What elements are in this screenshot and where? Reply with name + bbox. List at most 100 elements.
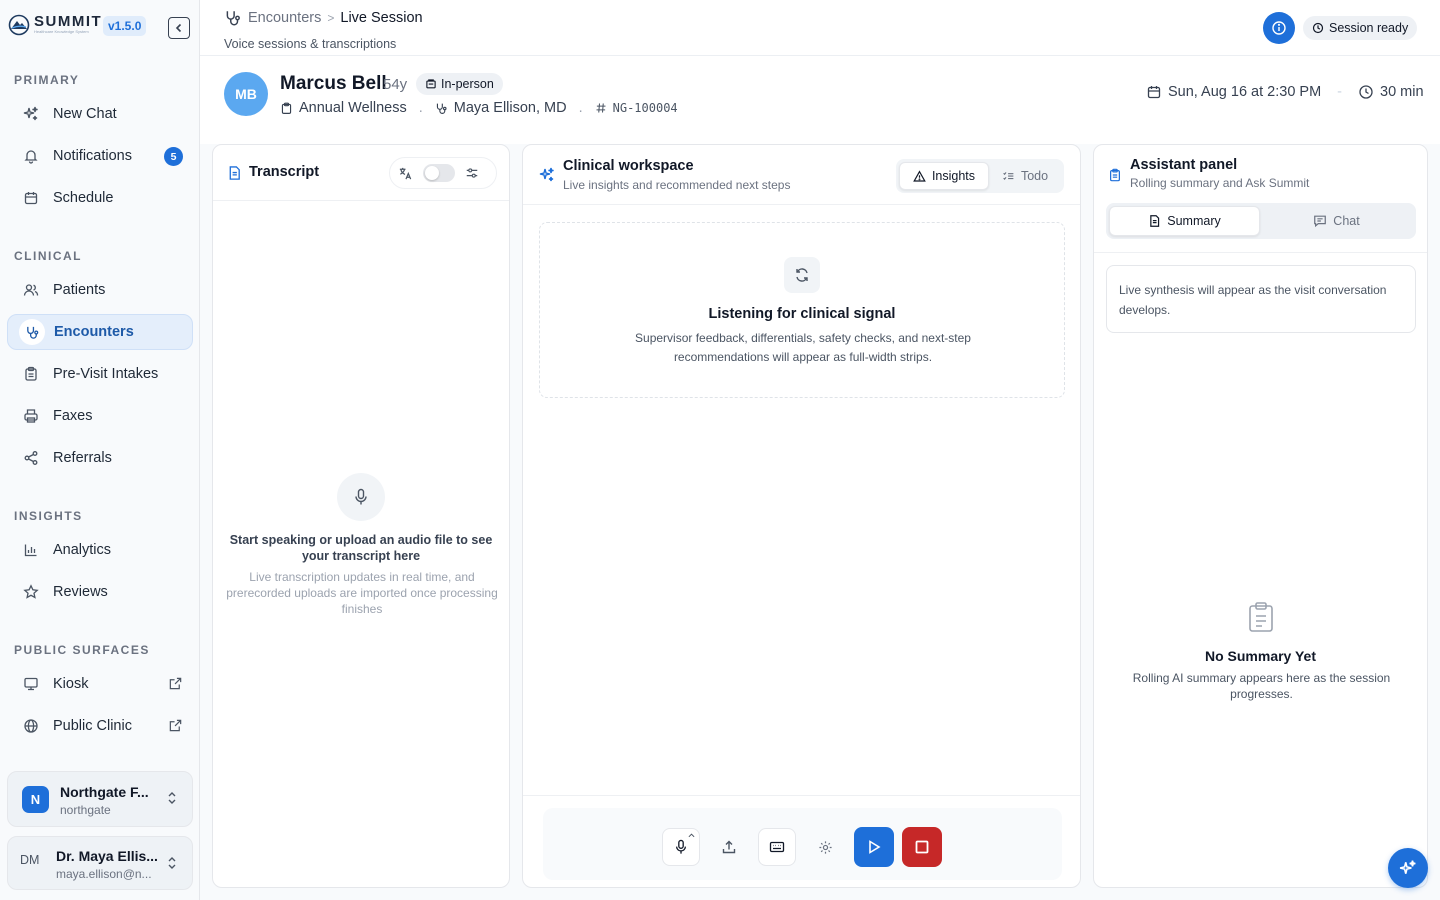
tab-todo[interactable]: Todo (989, 162, 1061, 190)
sidebar-item-schedule[interactable]: Schedule (7, 180, 193, 216)
workspace-title: Clinical workspace (563, 158, 694, 174)
file-text-icon (229, 166, 240, 180)
info-button[interactable] (1263, 12, 1295, 44)
empty-summary-title: No Summary Yet (1204, 648, 1316, 664)
sidebar-item-label: Reviews (53, 584, 108, 600)
visit-mode-badge: In-person (416, 73, 503, 95)
provider-name: Maya Ellison, MD (453, 100, 567, 116)
section-label-clinical: CLINICAL (14, 249, 82, 263)
refresh-badge (784, 257, 820, 293)
stethoscope-icon (436, 103, 447, 114)
breadcrumb-encounters-link[interactable]: Encounters (248, 10, 321, 26)
tab-label: Insights (931, 169, 976, 183)
file-text-icon (1150, 215, 1160, 227)
workspace-tabs: Insights Todo (896, 159, 1064, 193)
sidebar-item-label: Public Clinic (53, 718, 132, 734)
external-link-icon (169, 719, 182, 732)
tab-label: Summary (1167, 214, 1221, 228)
sidebar-item-kiosk[interactable]: Kiosk (7, 666, 193, 702)
microphone-icon (355, 488, 367, 505)
sidebar-item-encounters[interactable]: Encounters (7, 314, 193, 350)
play-icon (869, 840, 881, 854)
clock-icon (1312, 22, 1324, 34)
ask-summit-button[interactable] (1388, 848, 1428, 888)
settings-button[interactable] (806, 828, 844, 866)
page-subtitle: Voice sessions & transcriptions (224, 37, 397, 51)
user-menu[interactable]: DM Dr. Maya Ellis... maya.ellison@n... (7, 836, 193, 890)
tab-chat[interactable]: Chat (1260, 206, 1413, 236)
sidebar-item-public-clinic[interactable]: Public Clinic (7, 708, 193, 744)
workspace-subtitle: Live insights and recommended next steps (563, 178, 791, 192)
sidebar-item-reviews[interactable]: Reviews (7, 574, 193, 610)
sidebar-item-label: Pre-Visit Intakes (53, 366, 159, 382)
start-recording-button[interactable] (854, 827, 894, 867)
divider (1094, 252, 1427, 253)
assistant-tabs: Summary Chat (1106, 203, 1416, 239)
brand-name: SUMMIT (34, 13, 103, 30)
sidebar-item-label: Encounters (54, 324, 134, 340)
record-id: NG-100004 (612, 101, 678, 115)
sidebar-item-new-chat[interactable]: New Chat (7, 96, 193, 132)
stop-recording-button[interactable] (902, 827, 942, 867)
star-icon (23, 584, 39, 599)
organization-switcher[interactable]: N Northgate F... northgate (7, 771, 193, 827)
translate-icon[interactable] (398, 166, 413, 181)
org-avatar: N (22, 786, 49, 813)
sliders-icon[interactable] (465, 166, 479, 180)
listening-subtitle: Supervisor feedback, differentials, safe… (635, 331, 971, 364)
transcript-controls (389, 157, 497, 189)
section-label-primary: PRIMARY (14, 73, 80, 87)
sparkles-icon (23, 106, 38, 121)
recording-toolbar-inner (543, 808, 1062, 880)
recording-toolbar (523, 795, 1080, 888)
sidebar-item-label: Notifications (53, 148, 132, 164)
empty-summary-subtitle: Rolling AI summary appears here as the s… (1132, 671, 1391, 701)
translation-toggle[interactable] (423, 164, 455, 182)
sidebar-item-notifications[interactable]: Notifications 5 (7, 138, 193, 174)
patient-header: MB Marcus Bell 54y In-person Annual Well… (200, 56, 1440, 144)
transcript-empty-title: Start speaking or upload an audio file t… (229, 533, 493, 563)
live-synthesis-note: Live synthesis will appear as the visit … (1106, 265, 1416, 333)
upload-audio-button[interactable] (710, 828, 748, 866)
sidebar-item-pre-visit-intakes[interactable]: Pre-Visit Intakes (7, 356, 193, 392)
tab-insights[interactable]: Insights (899, 162, 989, 190)
transcript-empty-subtitle: Live transcription updates in real time,… (226, 570, 498, 616)
clipboard-icon (25, 366, 37, 381)
visit-mode-text: In-person (441, 77, 494, 91)
tab-label: Todo (1020, 169, 1049, 183)
appointment-info: Sun, Aug 16 at 2:30 PM - 30 min (1146, 84, 1424, 100)
sidebar-item-referrals[interactable]: Referrals (7, 440, 193, 476)
keyboard-button[interactable] (758, 828, 796, 866)
sidebar-item-faxes[interactable]: Faxes (7, 398, 193, 434)
building-icon (426, 79, 436, 89)
external-link-icon (169, 677, 182, 690)
session-status-text: Session ready (1329, 21, 1409, 35)
sidebar-item-patients[interactable]: Patients (7, 272, 193, 308)
gear-icon (818, 840, 832, 854)
avatar: DM (20, 853, 40, 867)
calendar-icon (1147, 86, 1161, 99)
monitor-icon (24, 677, 38, 691)
bell-icon (24, 150, 38, 164)
collapse-sidebar-button[interactable] (168, 17, 190, 39)
chevron-left-icon (175, 23, 182, 33)
patient-name: Marcus Bell (280, 73, 387, 94)
clinical-workspace-panel: Clinical workspace Live insights and rec… (522, 144, 1081, 888)
visit-type: Annual Wellness (299, 100, 407, 116)
appointment-separator: - (1337, 84, 1343, 100)
brand-logo[interactable]: SUMMIT Healthcare Knowledge System (8, 14, 102, 36)
alert-triangle-icon (913, 169, 926, 182)
breadcrumb-current: Live Session (340, 10, 423, 26)
clock-icon (1359, 85, 1373, 99)
sparkles-icon (1399, 860, 1416, 874)
listening-title: Listening for clinical signal (708, 306, 896, 322)
tab-summary[interactable]: Summary (1109, 206, 1260, 236)
sidebar: SUMMIT Healthcare Knowledge System v1.5.… (0, 0, 200, 900)
sidebar-item-label: Kiosk (53, 676, 89, 692)
meta-separator: . (578, 100, 583, 116)
org-name: Northgate F... (60, 784, 149, 800)
microphone-button[interactable] (662, 828, 700, 866)
sidebar-item-analytics[interactable]: Analytics (7, 532, 193, 568)
stethoscope-icon (26, 326, 38, 339)
listening-placeholder: Listening for clinical signal Supervisor… (539, 222, 1065, 398)
